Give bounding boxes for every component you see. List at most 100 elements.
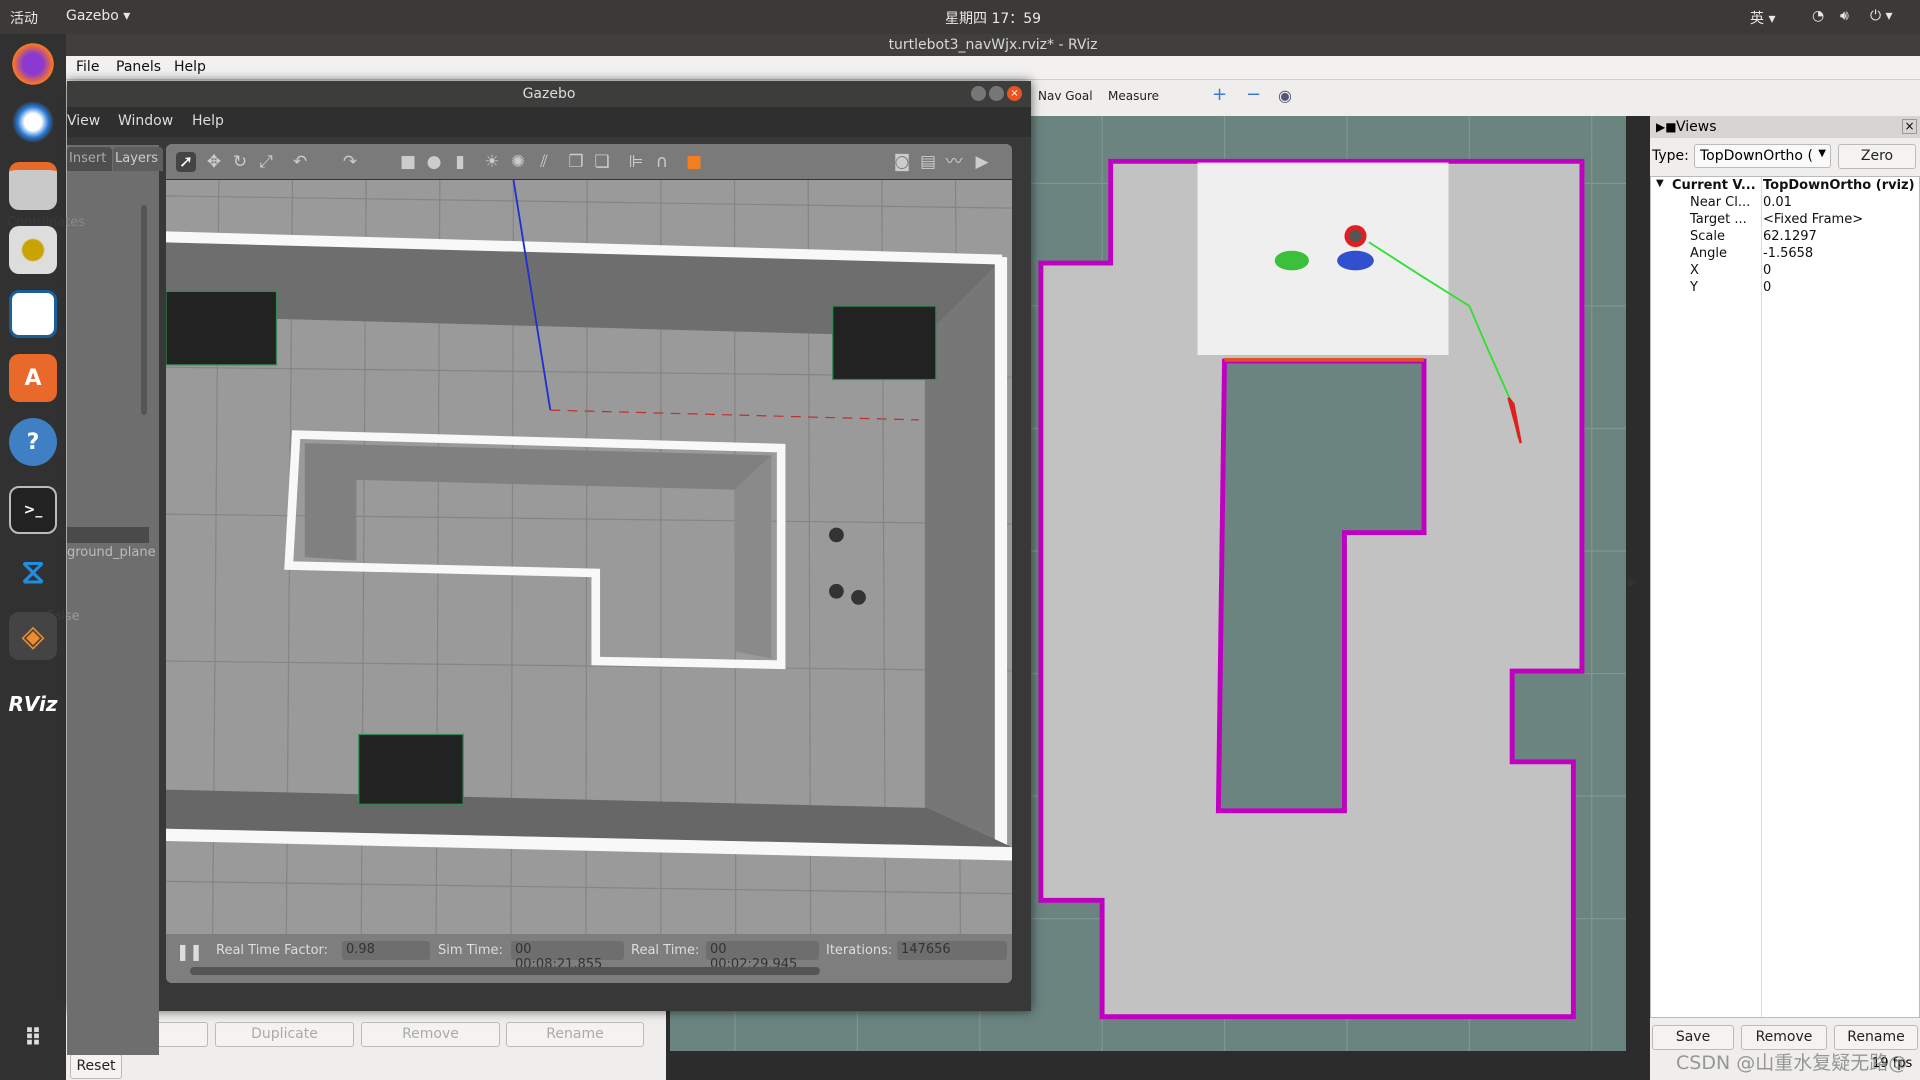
terminal-icon[interactable]: >_ bbox=[9, 486, 57, 534]
view-row[interactable]: Y0 bbox=[1650, 280, 1920, 297]
zero-button[interactable]: Zero bbox=[1838, 144, 1916, 169]
reset-button[interactable]: Reset bbox=[70, 1054, 122, 1079]
gazebo-window: Gazebo × View Window Help Insert Layers … bbox=[7, 81, 1031, 1055]
view-type-select[interactable]: TopDownOrtho ( ▼ bbox=[1694, 144, 1831, 168]
volume-icon[interactable]: 🔊︎ bbox=[1840, 8, 1849, 24]
view-row[interactable]: X0 bbox=[1650, 263, 1920, 280]
sim-time-value: 00 00:08:21.855 bbox=[511, 941, 624, 972]
menu-help[interactable]: Help bbox=[174, 59, 206, 75]
wifi-icon[interactable]: ◔ bbox=[1812, 8, 1824, 24]
chevron-down-icon: ▼ bbox=[1818, 148, 1826, 159]
plot-icon[interactable]: 〰 bbox=[944, 152, 964, 172]
view-row[interactable]: Target ... <Fixed Frame> bbox=[1650, 212, 1920, 229]
views-tree bbox=[1650, 176, 1920, 1018]
vscode-icon[interactable]: ⧖ bbox=[9, 548, 57, 596]
app-menu[interactable]: Gazebo ▾ bbox=[66, 8, 130, 24]
pause-icon[interactable]: ❚❚ bbox=[176, 942, 203, 961]
left-panel-scrollbar[interactable] bbox=[141, 205, 147, 415]
watermark: CSDN @山重水复疑无路@ bbox=[1676, 1052, 1908, 1074]
writer-icon[interactable] bbox=[9, 290, 57, 338]
real-time-label: Real Time: bbox=[631, 943, 700, 958]
minimize-icon[interactable] bbox=[971, 86, 986, 101]
views-header: Views bbox=[1650, 116, 1920, 138]
rename-view-button[interactable]: Rename bbox=[1834, 1025, 1918, 1050]
menu-window[interactable]: Window bbox=[118, 113, 173, 129]
cylinder-shape-icon[interactable]: ▮ bbox=[450, 152, 470, 172]
close-icon[interactable]: × bbox=[1902, 119, 1917, 134]
select-tool-icon[interactable]: ➚ bbox=[176, 152, 196, 172]
tab-insert[interactable]: Insert bbox=[67, 147, 112, 171]
point-light-icon[interactable]: ☀ bbox=[482, 152, 502, 172]
robot-1 bbox=[829, 527, 844, 543]
input-method[interactable]: 英 ▾ bbox=[1750, 8, 1775, 28]
firefox-icon[interactable] bbox=[9, 40, 57, 88]
snap-icon[interactable]: ∩ bbox=[652, 152, 672, 172]
gazebo-render-panel: ➚ ✥ ↻ ⤢ ↶ ↷ ■ ● ▮ ☀ ✺ ⫽ ❐ ❏ ⊫ ∩ ■ ◙ ▤ 〰 … bbox=[166, 144, 1012, 983]
maximize-icon[interactable] bbox=[989, 86, 1004, 101]
rename-display-button[interactable]: Rename bbox=[506, 1022, 644, 1047]
show-apps-icon[interactable]: ⠿ bbox=[9, 1014, 57, 1062]
power-icon[interactable]: ⏻ ▾ bbox=[1870, 8, 1893, 24]
remove-view-button[interactable]: Remove bbox=[1741, 1025, 1827, 1050]
container-1 bbox=[166, 290, 278, 366]
files-icon[interactable] bbox=[9, 162, 57, 210]
screenshot-icon[interactable]: ◙ bbox=[892, 152, 912, 172]
measure-tool[interactable]: Measure bbox=[1108, 89, 1159, 103]
gazebo-status-bar: ❚❚ Real Time Factor: 0.98 Sim Time: 00 0… bbox=[166, 934, 1012, 983]
expand-icon[interactable]: ▼ bbox=[1656, 178, 1664, 189]
view-type-value: TopDownOrtho ( bbox=[1700, 148, 1813, 164]
eye-icon[interactable]: ◉ bbox=[1278, 86, 1292, 105]
view-row-current[interactable]: ▼ Current V... TopDownOrtho (rviz) bbox=[1650, 178, 1920, 195]
dock: A ? >_ ⧖ ◈ RViz ⠿ bbox=[0, 34, 66, 1080]
rviz-menu-bar: File Panels Help bbox=[66, 56, 1920, 80]
directional-light-icon[interactable]: ⫽ bbox=[534, 152, 554, 172]
spot-light-icon[interactable]: ✺ bbox=[508, 152, 528, 172]
menu-panels[interactable]: Panels bbox=[116, 59, 161, 75]
robot-green bbox=[1274, 250, 1309, 271]
clock[interactable]: 星期四 17：59 bbox=[945, 8, 1041, 28]
gazebo-icon[interactable]: ◈ bbox=[9, 612, 57, 660]
rviz-icon[interactable]: RViz bbox=[8, 680, 57, 728]
model-row-ground-plane[interactable]: ground_plane bbox=[67, 545, 156, 560]
video-record-icon[interactable]: ▶ bbox=[972, 152, 992, 172]
help-icon[interactable]: ? bbox=[9, 418, 57, 466]
redo-icon[interactable]: ↷ bbox=[340, 152, 360, 172]
paste-icon[interactable]: ❏ bbox=[592, 152, 612, 172]
status-scrollbar[interactable] bbox=[190, 967, 820, 975]
view-row[interactable]: Angle -1.5658 bbox=[1650, 246, 1920, 263]
iterations-label: Iterations: bbox=[826, 943, 893, 958]
menu-help[interactable]: Help bbox=[192, 113, 224, 129]
duplicate-display-button[interactable]: Duplicate bbox=[215, 1022, 354, 1047]
nav-goal-tool[interactable]: Nav Goal bbox=[1038, 89, 1093, 103]
view-row[interactable]: Near Cl... 0.01 bbox=[1650, 195, 1920, 212]
box-shape-icon[interactable]: ■ bbox=[398, 152, 418, 172]
iterations-value: 147656 bbox=[897, 941, 1007, 960]
activities-button[interactable]: 活动 bbox=[10, 8, 38, 28]
sphere-shape-icon[interactable]: ● bbox=[424, 152, 444, 172]
sim-time-label: Sim Time: bbox=[438, 943, 503, 958]
undo-icon[interactable]: ↶ bbox=[290, 152, 310, 172]
copy-icon[interactable]: ❐ bbox=[566, 152, 586, 172]
close-window-icon[interactable]: × bbox=[1007, 86, 1022, 101]
software-icon[interactable]: A bbox=[9, 354, 57, 402]
collapse-right-panel-icon[interactable]: ▶ bbox=[1628, 575, 1637, 589]
translate-tool-icon[interactable]: ✥ bbox=[204, 152, 224, 172]
thunderbird-icon[interactable] bbox=[9, 98, 57, 146]
log-icon[interactable]: ▤ bbox=[918, 152, 938, 172]
tab-layers[interactable]: Layers bbox=[113, 147, 163, 171]
remove-display-button[interactable]: Remove bbox=[361, 1022, 500, 1047]
view-angle-icon[interactable]: ■ bbox=[684, 152, 704, 172]
remove-tool-icon[interactable]: − bbox=[1246, 84, 1261, 105]
menu-file[interactable]: File bbox=[76, 59, 99, 75]
view-row[interactable]: Scale 62.1297 bbox=[1650, 229, 1920, 246]
robot-3 bbox=[851, 590, 866, 605]
rhythmbox-icon[interactable] bbox=[9, 226, 57, 274]
menu-view[interactable]: View bbox=[67, 113, 100, 129]
save-view-button[interactable]: Save bbox=[1652, 1025, 1734, 1050]
align-icon[interactable]: ⊫ bbox=[626, 152, 646, 172]
scale-tool-icon[interactable]: ⤢ bbox=[256, 152, 276, 172]
rotate-tool-icon[interactable]: ↻ bbox=[230, 152, 250, 172]
add-tool-icon[interactable]: + bbox=[1212, 84, 1227, 105]
gazebo-3d-scene[interactable] bbox=[166, 180, 1012, 934]
system-top-bar: 活动 Gazebo ▾ 星期四 17：59 英 ▾ ◔ 🔊︎ ⏻ ▾ bbox=[0, 0, 1920, 34]
